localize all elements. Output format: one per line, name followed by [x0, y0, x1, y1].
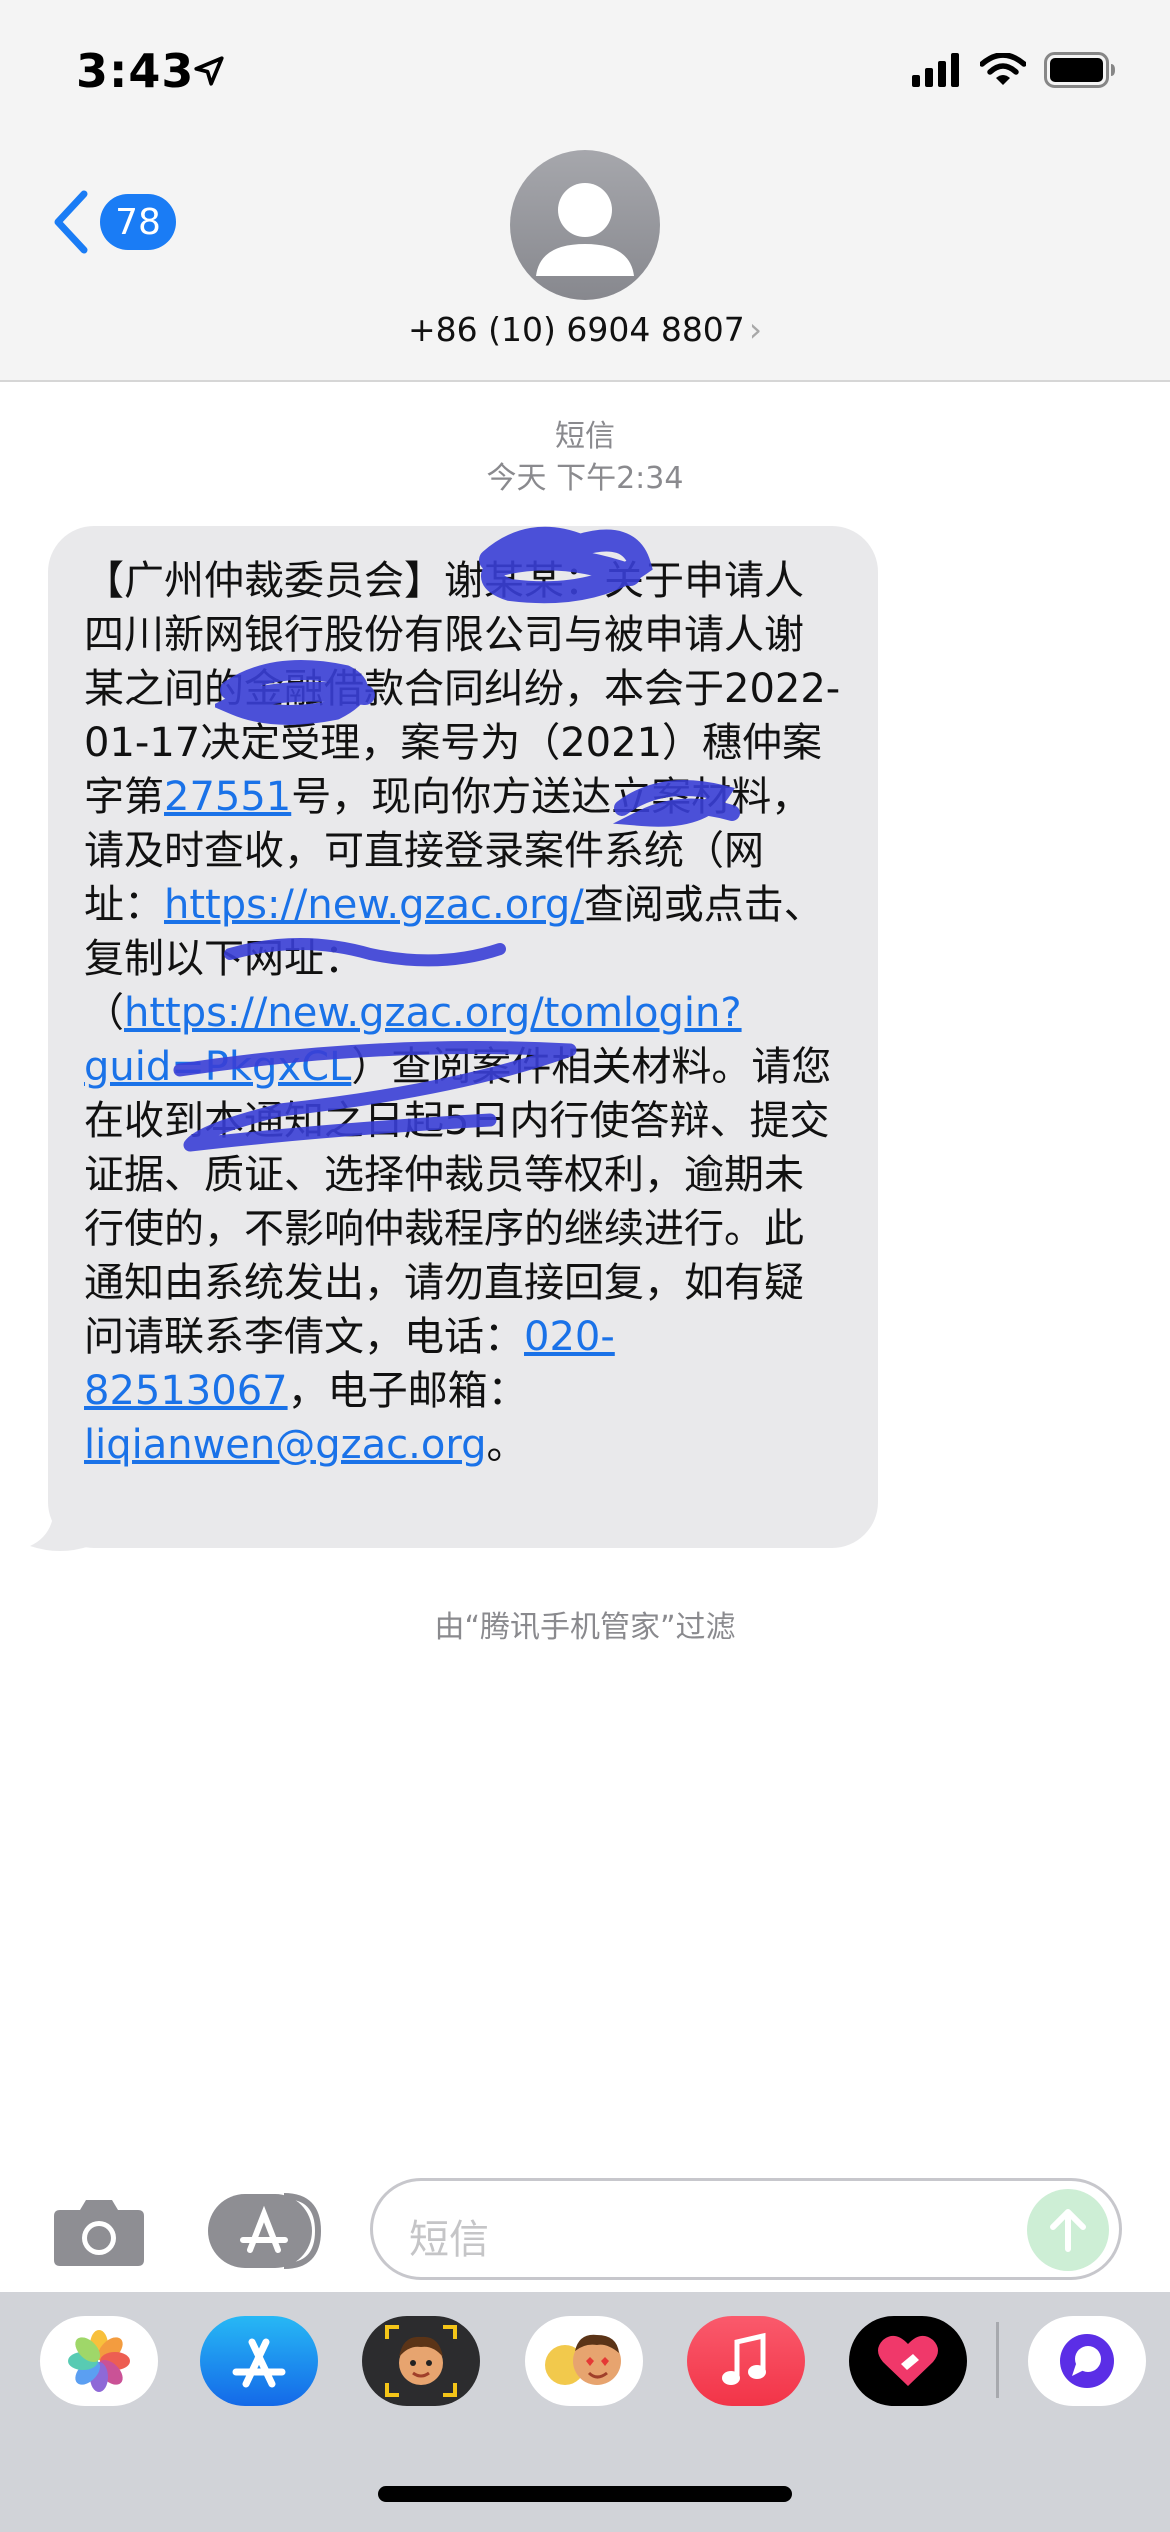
case-number-link[interactable]: 27551 — [164, 774, 291, 820]
location-arrow-icon — [194, 56, 224, 86]
sticker-faces-icon — [545, 2334, 621, 2385]
chevron-left-icon — [54, 190, 88, 254]
music-note-icon — [722, 2332, 766, 2385]
contact-avatar[interactable] — [510, 150, 660, 300]
send-button[interactable] — [1027, 2189, 1109, 2271]
photos-flower-icon — [68, 2330, 130, 2392]
wifi-icon — [980, 53, 1026, 85]
message-text: 。 — [486, 1422, 527, 1468]
memoji-app-icon[interactable] — [362, 2316, 480, 2406]
message-bubble[interactable]: 【广州仲裁委员会】谢某某：关于申请人四川新网银行股份有限公司与被申请人谢某之间的… — [48, 526, 878, 1548]
message-body: 【广州仲裁委员会】谢某某：关于申请人四川新网银行股份有限公司与被申请人谢某之间的… — [84, 554, 842, 1472]
message-timestamp: 今天 下午2:34 — [486, 461, 684, 496]
person-silhouette-icon — [536, 183, 634, 276]
photos-app-icon[interactable] — [40, 2316, 158, 2406]
drawer-divider — [996, 2322, 999, 2398]
music-app-icon[interactable] — [687, 2316, 805, 2406]
heart-icon — [878, 2335, 938, 2386]
app-store-app-icon[interactable] — [200, 2316, 318, 2406]
camera-icon — [54, 2200, 144, 2266]
message-text: ，电子邮箱： — [287, 1368, 528, 1414]
conversation-header: 3:43 78 +86 (10) 6904 8807 › — [0, 0, 1170, 382]
chat-bubble-icon — [1060, 2334, 1114, 2388]
unread-count-badge: 78 — [100, 194, 176, 250]
service-label: 短信 — [555, 419, 615, 454]
arrow-up-icon — [1050, 2209, 1086, 2252]
status-time: 3:43 — [76, 44, 195, 98]
app-store-a-icon — [232, 2338, 286, 2388]
app-store-icon — [208, 2193, 322, 2269]
message-text: 【广州仲裁委员会】 — [84, 558, 444, 604]
status-icons — [912, 50, 1116, 90]
redacted-recipient: 谢某某 — [444, 558, 564, 604]
battery-icon — [1044, 52, 1115, 88]
digital-touch-app-icon[interactable] — [849, 2316, 967, 2406]
contact-name[interactable]: +86 (10) 6904 8807 › — [0, 310, 1170, 349]
chevron-right-icon: › — [748, 310, 763, 349]
message-text: ）查阅案件相关材料。请您在收到本通知之日起5日内行使答辩、提交证据、质证、选择仲… — [84, 1044, 832, 1360]
memoji-face-icon — [385, 2325, 457, 2397]
input-placeholder: 短信 — [409, 2217, 489, 2263]
message-meta: 短信 今天 下午2:34 — [0, 416, 1170, 500]
animoji-stickers-app-icon[interactable] — [525, 2316, 643, 2406]
email-link[interactable]: liqianwen@gzac.org — [84, 1422, 486, 1468]
filter-note: 由“腾讯手机管家”过滤 — [434, 1610, 736, 1645]
app-store-drawer-button[interactable] — [206, 2192, 322, 2270]
assistant-app-icon[interactable] — [1028, 2316, 1146, 2406]
home-indicator — [378, 2486, 792, 2502]
camera-button[interactable] — [52, 2194, 146, 2268]
contact-number: +86 (10) 6904 8807 — [407, 310, 745, 349]
cellular-signal-icon — [912, 53, 959, 87]
website-link[interactable]: https://new.gzac.org/ — [164, 882, 584, 928]
message-input[interactable]: 短信 — [370, 2178, 1122, 2280]
back-button[interactable]: 78 — [48, 188, 176, 256]
